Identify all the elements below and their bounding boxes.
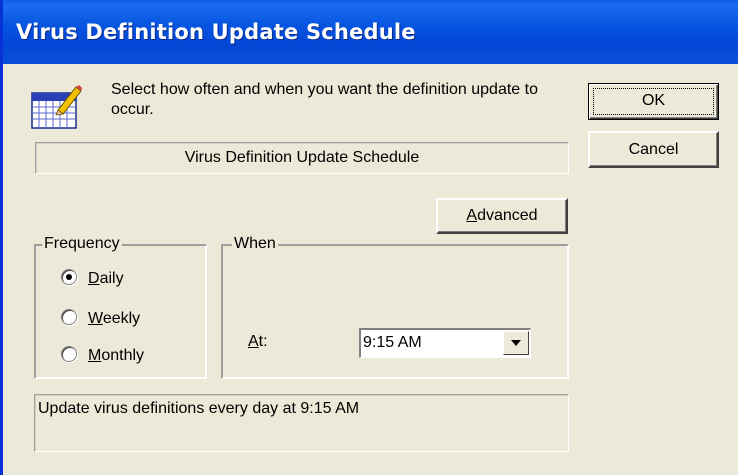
ok-button[interactable]: OK	[588, 83, 719, 120]
schedule-summary-text: Update virus definitions every day at 9:…	[38, 400, 360, 417]
advanced-label-rest: dvanced	[477, 207, 538, 224]
radio-weekly-indicator[interactable]	[61, 309, 77, 326]
schedule-summary-box: Update virus definitions every day at 9:…	[34, 394, 569, 452]
radio-daily[interactable]: Daily	[61, 268, 124, 290]
frequency-group: Frequency Daily Weekly Monthly	[34, 234, 207, 379]
radio-monthly-indicator[interactable]	[61, 346, 77, 363]
when-legend: When	[232, 234, 278, 254]
radio-daily-mnemonic: D	[88, 270, 100, 287]
advanced-mnemonic: A	[466, 207, 478, 224]
time-dropdown-button[interactable]	[503, 331, 529, 355]
when-group: When At: 9:15 AM	[221, 234, 569, 379]
at-label: At:	[248, 333, 268, 351]
radio-monthly-label: onthly	[101, 347, 145, 364]
dialog-window: Virus Definition Update Schedule Select …	[0, 0, 738, 475]
radio-monthly-mnemonic: M	[88, 347, 102, 364]
calendar-edit-icon	[31, 84, 83, 130]
radio-weekly-label: eekly	[102, 310, 141, 327]
radio-monthly[interactable]: Monthly	[61, 345, 144, 367]
at-label-rest: t:	[258, 333, 268, 350]
radio-daily-indicator[interactable]	[61, 269, 77, 286]
chevron-down-icon	[511, 340, 521, 346]
radio-weekly-mnemonic: W	[88, 310, 103, 327]
at-mnemonic: A	[248, 333, 259, 350]
radio-daily-label: aily	[99, 270, 124, 287]
frequency-legend: Frequency	[42, 234, 122, 254]
time-value[interactable]: 9:15 AM	[363, 334, 422, 352]
window-title: Virus Definition Update Schedule	[16, 20, 416, 44]
ok-button-label: OK	[641, 92, 666, 109]
cancel-button[interactable]: Cancel	[588, 131, 719, 168]
intro-text: Select how often and when you want the d…	[111, 81, 538, 118]
title-bar[interactable]: Virus Definition Update Schedule	[3, 0, 738, 64]
advanced-button[interactable]: Advanced	[436, 198, 568, 234]
schedule-banner: Virus Definition Update Schedule	[35, 142, 569, 174]
time-combobox[interactable]: 9:15 AM	[359, 328, 531, 358]
radio-weekly[interactable]: Weekly	[61, 308, 140, 330]
